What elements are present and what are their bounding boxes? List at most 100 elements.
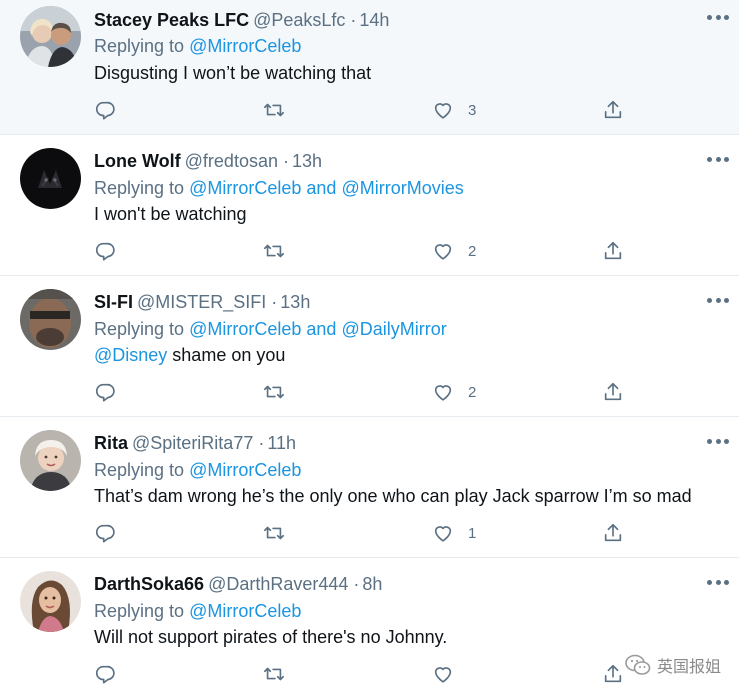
mention-link[interactable]: @MirrorCeleb xyxy=(189,178,301,198)
tweet-actions xyxy=(94,660,639,688)
tweet-header: Rita @SpiteriRita77 · 11h xyxy=(94,431,296,455)
separator-dot: · xyxy=(353,574,360,594)
mention-link[interactable]: @MirrorCeleb xyxy=(189,319,301,339)
avatar[interactable] xyxy=(20,430,81,491)
tweet-header: Stacey Peaks LFC @PeaksLfc · 14h xyxy=(94,8,389,32)
heart-icon xyxy=(434,244,452,260)
watermark: 英国报姐 xyxy=(625,653,721,677)
tweet-si-fi[interactable]: SI-FI @MISTER_SIFI · 13h Replying to @Mirro… xyxy=(0,276,739,417)
reply-button[interactable] xyxy=(94,660,116,688)
like-count: 2 xyxy=(468,242,477,260)
separator-dot: · xyxy=(258,433,265,453)
retweet-button[interactable] xyxy=(262,96,286,124)
tweet-text: That’s dam wrong he’s the only one who c… xyxy=(94,486,692,506)
mention-link[interactable]: @DailyMirror xyxy=(341,319,446,339)
reply-button[interactable] xyxy=(94,378,116,406)
tweet-lone-wolf[interactable]: Lone Wolf @fredtosan · 13h Replying to @Mir… xyxy=(0,135,739,276)
share-button[interactable] xyxy=(602,96,624,124)
share-icon xyxy=(604,382,622,401)
timestamp[interactable]: 11h xyxy=(267,433,296,453)
mention-link[interactable]: @MirrorCeleb xyxy=(189,460,301,480)
timestamp[interactable]: 13h xyxy=(292,151,322,171)
share-button[interactable] xyxy=(602,378,624,406)
timestamp[interactable]: 14h xyxy=(359,10,389,30)
avatar[interactable] xyxy=(20,148,81,209)
retweet-button[interactable] xyxy=(262,237,286,265)
avatar[interactable] xyxy=(20,289,81,350)
retweet-icon xyxy=(264,667,284,681)
replying-prefix: Replying to xyxy=(94,36,185,56)
reply-icon xyxy=(95,524,115,543)
user-handle[interactable]: @fredtosan xyxy=(185,151,278,171)
avatar[interactable] xyxy=(20,571,81,632)
separator-dot: · xyxy=(350,10,357,30)
reply-button[interactable] xyxy=(94,519,116,547)
replying-to: Replying to @MirrorCeleb xyxy=(94,599,301,623)
replying-prefix: Replying to xyxy=(94,178,185,198)
reply-button[interactable] xyxy=(94,96,116,124)
heart-icon xyxy=(434,103,452,119)
tweet-header: DarthSoka66 @DarthRaver444 · 8h xyxy=(94,572,382,596)
user-handle[interactable]: @SpiteriRita77 xyxy=(132,433,253,453)
mention-link[interactable]: @Disney xyxy=(94,345,167,365)
retweet-icon xyxy=(264,526,284,540)
display-name[interactable]: Rita xyxy=(94,433,128,453)
tweet-actions: 1 xyxy=(94,519,639,547)
share-icon xyxy=(604,100,622,119)
mention-link[interactable]: @MirrorMovies xyxy=(341,178,463,198)
retweet-icon xyxy=(264,103,284,117)
mention-link[interactable]: @MirrorCeleb xyxy=(189,601,301,621)
user-handle[interactable]: @DarthRaver444 xyxy=(208,574,348,594)
like-button[interactable]: 2 xyxy=(432,237,476,265)
display-name[interactable]: Lone Wolf xyxy=(94,151,181,171)
retweet-button[interactable] xyxy=(262,660,286,688)
timestamp[interactable]: 8h xyxy=(362,574,382,594)
mention-connector: and xyxy=(306,319,337,339)
more-icon[interactable] xyxy=(707,293,729,307)
mention-link[interactable]: @MirrorCeleb xyxy=(189,36,301,56)
timestamp[interactable]: 13h xyxy=(280,292,310,312)
like-button[interactable] xyxy=(432,660,468,688)
reply-icon xyxy=(95,383,115,402)
retweet-icon xyxy=(264,385,284,399)
retweet-button[interactable] xyxy=(262,519,286,547)
retweet-icon xyxy=(264,244,284,258)
share-button[interactable] xyxy=(602,237,624,265)
separator-dot: · xyxy=(271,292,278,312)
like-button[interactable]: 1 xyxy=(432,519,476,547)
retweet-button[interactable] xyxy=(262,378,286,406)
user-handle[interactable]: @MISTER_SIFI xyxy=(137,292,266,312)
user-handle[interactable]: @PeaksLfc xyxy=(253,10,345,30)
share-button[interactable] xyxy=(602,660,624,688)
replying-prefix: Replying to xyxy=(94,319,185,339)
tweet-header: SI-FI @MISTER_SIFI · 13h xyxy=(94,290,310,314)
display-name[interactable]: Stacey Peaks LFC xyxy=(94,10,249,30)
reply-icon xyxy=(95,665,115,684)
tweet-actions: 2 xyxy=(94,237,639,265)
display-name[interactable]: SI-FI xyxy=(94,292,133,312)
tweet-actions: 2 xyxy=(94,378,639,406)
display-name[interactable]: DarthSoka66 xyxy=(94,574,204,594)
watermark-text: 英国报姐 xyxy=(656,659,721,676)
heart-icon xyxy=(434,526,452,542)
mention-connector: and xyxy=(306,178,337,198)
share-button[interactable] xyxy=(602,519,624,547)
like-count: 3 xyxy=(468,101,477,119)
more-icon[interactable] xyxy=(707,575,729,589)
more-icon[interactable] xyxy=(707,434,729,448)
reply-icon xyxy=(95,242,115,261)
share-icon xyxy=(604,241,622,260)
avatar[interactable] xyxy=(20,6,81,67)
more-icon[interactable] xyxy=(707,152,729,166)
replying-to: Replying to @MirrorCeleb xyxy=(94,458,301,482)
tweet-text: @Disney shame on you xyxy=(94,342,285,368)
reply-button[interactable] xyxy=(94,237,116,265)
tweet-stacey-peaks[interactable]: Stacey Peaks LFC @PeaksLfc · 14h Replying t… xyxy=(0,0,739,135)
replying-prefix: Replying to xyxy=(94,460,185,480)
like-count: 2 xyxy=(468,383,477,401)
tweet-rita[interactable]: Rita @SpiteriRita77 · 11h Replying to @Mirr… xyxy=(0,417,739,558)
like-button[interactable]: 3 xyxy=(432,96,476,124)
wechat-icon xyxy=(625,654,651,675)
like-button[interactable]: 2 xyxy=(432,378,476,406)
more-icon[interactable] xyxy=(707,10,729,24)
